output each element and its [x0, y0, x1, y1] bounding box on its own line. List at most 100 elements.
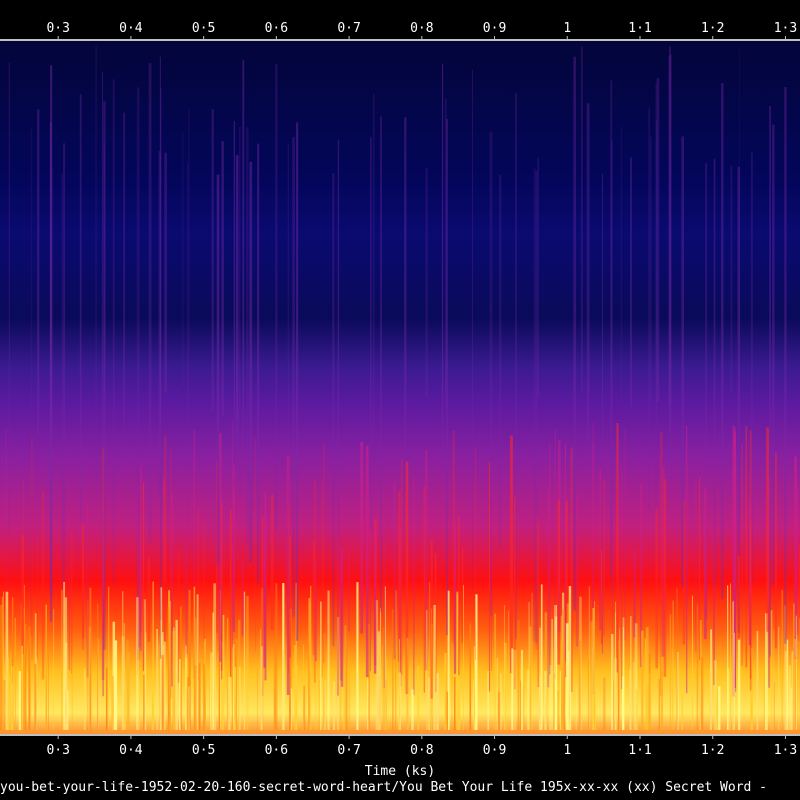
spectrogram-streak [37, 109, 40, 437]
top-tick-label: 0·6 [265, 21, 288, 36]
spectrogram-streak [378, 666, 380, 732]
bottom-tick-mark [275, 736, 277, 739]
spectrogram-streak [426, 610, 428, 732]
spectrogram-streak [796, 634, 799, 732]
spectrogram-streak [318, 679, 320, 732]
spectrogram-streak [796, 485, 799, 641]
spectrogram-streak [380, 607, 381, 732]
spectrogram-streak [444, 652, 447, 732]
spectrogram-streak [470, 622, 472, 732]
bottom-tick-mark [639, 736, 641, 739]
spectrogram-streak [188, 108, 190, 421]
spectrogram-streak [340, 548, 344, 687]
spectrogram-streak [220, 502, 223, 671]
spectrogram-streak [370, 136, 372, 531]
spectrogram-streak [781, 589, 784, 732]
bottom-tick-label: 0·6 [265, 743, 288, 758]
spectrogram-streak [49, 122, 52, 596]
spectrogram-streak [564, 444, 566, 661]
spectrogram-streak [314, 559, 317, 662]
spectrogram-streak [557, 690, 560, 732]
spectrogram-streak [289, 536, 291, 658]
spectrogram-streak [1, 596, 3, 732]
spectrogram-streak [766, 427, 769, 632]
spectrogram-streak [83, 668, 86, 732]
spectrogram-streak [264, 492, 267, 681]
spectrogram-streak [424, 450, 428, 671]
spectrogram-streak [660, 656, 664, 732]
spectrogram-streak [28, 626, 31, 732]
top-tick-mark [639, 36, 641, 39]
spectrogram-streak [383, 517, 386, 689]
spectrogram-streak [382, 645, 384, 732]
top-tick-label: 0·5 [192, 21, 215, 36]
spectrogram-streak [368, 623, 370, 732]
spectrogram-streak [147, 557, 151, 642]
spectrogram-streak [441, 63, 444, 469]
spectrogram-streak [380, 116, 382, 613]
spectrogram-streak [488, 461, 491, 692]
spectrogram-streak [575, 494, 579, 647]
top-tick-label: 1·3 [774, 21, 797, 36]
spectrogram-streak [581, 46, 583, 392]
spectrogram-streak [82, 523, 84, 639]
spectrogram-streak [312, 541, 315, 655]
bottom-tick-label: 1·2 [701, 743, 724, 758]
spectrogram-streak [209, 652, 213, 732]
spectrogram-streak [321, 484, 323, 678]
spectrogram-streak [603, 479, 605, 637]
spectrogram-streak [417, 665, 420, 732]
spectrogram-streak [179, 659, 181, 732]
spectrogram-streak [108, 586, 110, 732]
bottom-tick-label: 0·8 [410, 743, 433, 758]
spectrogram-streak [730, 165, 733, 394]
spectrogram-streak [182, 132, 184, 388]
spectrogram-streak [158, 643, 160, 732]
spectrogram-streak [290, 688, 292, 732]
spectrogram-streak [433, 604, 436, 732]
spectrogram-streak [560, 670, 561, 732]
spectrogram-streak [36, 656, 37, 732]
spectrogram-streak [620, 126, 622, 400]
spectrogram-streak [794, 657, 796, 732]
spectrogram-streak [246, 127, 249, 546]
spectrogram-streak [95, 46, 97, 475]
spectrogram-streak [531, 592, 533, 732]
spectrogram-streak [392, 609, 394, 732]
spectrogram-streak [676, 587, 678, 732]
bottom-tick-labels: 0·3 0·4 0·5 0·6 0·7 0·8 0·9 1 1·1 1·2 1·3 [46, 736, 797, 758]
top-tick-label: 0·8 [410, 21, 433, 36]
spectrogram-streak [332, 681, 336, 732]
spectrogram-streak [400, 458, 403, 676]
spectrogram-streak [737, 555, 740, 641]
spectrogram-streak [494, 613, 497, 732]
spectrogram-streak [348, 548, 350, 632]
spectrogram-streak [430, 539, 433, 699]
spectrogram-streak [343, 688, 345, 732]
spectrogram-streak [30, 636, 32, 732]
spectrogram-streak [513, 649, 516, 732]
spectrogram-streak [487, 671, 489, 732]
spectrogram-streak [142, 482, 145, 672]
spectrogram-streak [156, 628, 158, 732]
spectrogram-streak [510, 435, 513, 674]
spectrogram-streak [337, 139, 340, 563]
top-tick-mark [494, 36, 496, 39]
spectrogram-streak [499, 175, 502, 549]
spectrogram-streak [635, 689, 638, 732]
bottom-tick-label: 0·4 [119, 743, 143, 758]
spectrogram-streak [112, 79, 115, 585]
spectrogram-streak [544, 670, 547, 732]
spectrogram-streak [7, 657, 9, 732]
spectrogram-streak [540, 584, 543, 732]
spectrogram-streak [786, 639, 789, 732]
spectrogram-streak [791, 651, 794, 732]
spectrogram-streak [123, 112, 126, 431]
spectrogram-streak [547, 487, 550, 688]
spectrogram-streak [202, 663, 205, 732]
top-tick-label: 1 [563, 21, 571, 36]
bottom-tick-mark [494, 736, 496, 739]
spectrogram-streak [152, 581, 154, 732]
spectrogram-streak [745, 425, 748, 668]
spectrogram-streak [194, 665, 197, 732]
